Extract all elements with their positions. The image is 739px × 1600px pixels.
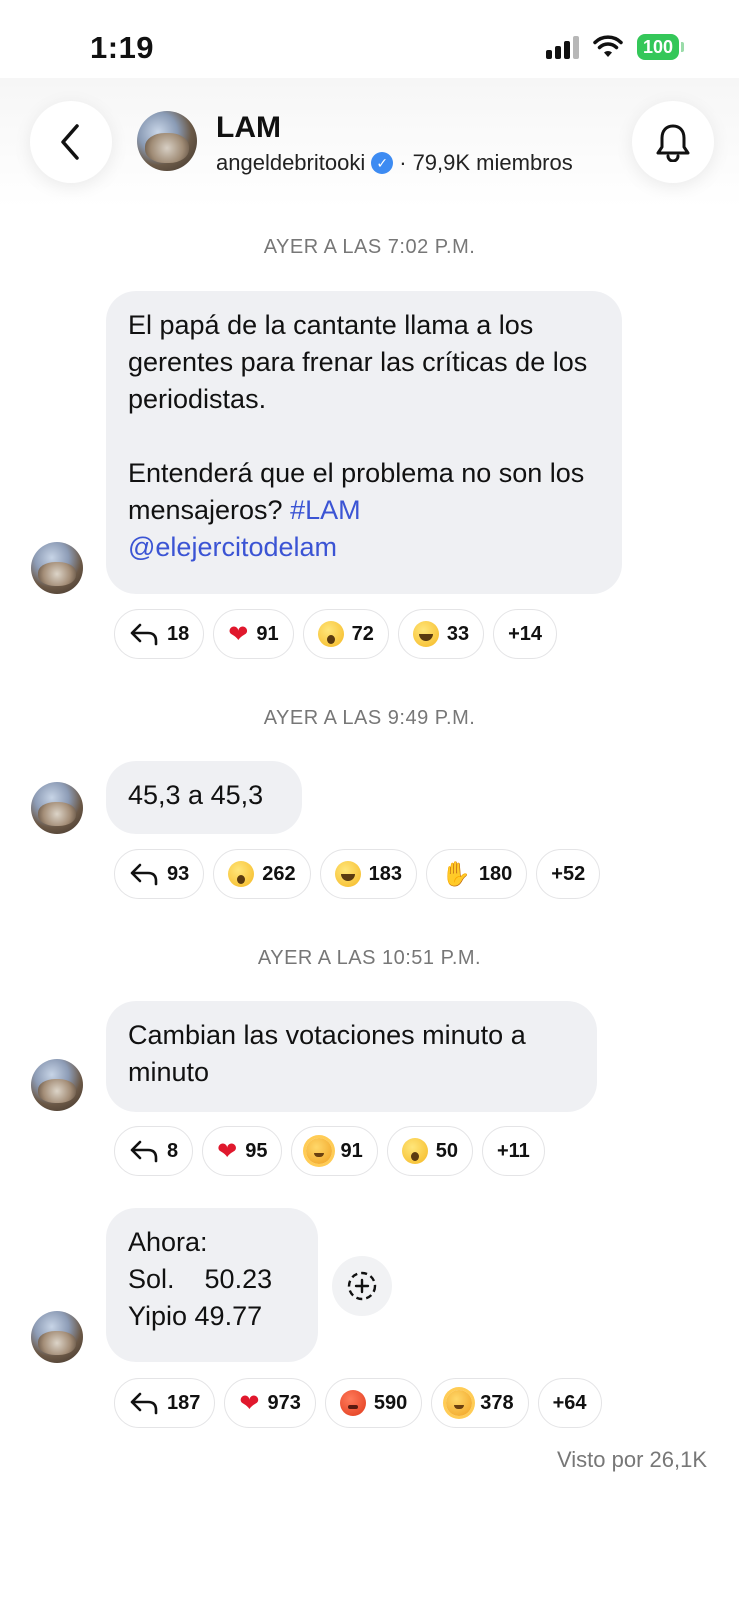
reply-icon xyxy=(130,1392,158,1415)
wifi-icon xyxy=(593,35,623,57)
status-icons: 100 xyxy=(545,34,685,60)
reaction-count: 91 xyxy=(256,622,279,645)
heart-icon: ❤ xyxy=(239,1389,260,1417)
reaction-heart[interactable]: ❤ 95 xyxy=(202,1126,283,1176)
sender-avatar[interactable] xyxy=(31,782,83,834)
mention-link[interactable]: @elejercitodelam xyxy=(128,532,337,562)
reply-button[interactable]: 187 xyxy=(114,1378,216,1428)
message-text: 45,3 a 45,3 xyxy=(128,780,264,810)
reply-button[interactable]: 18 xyxy=(114,609,205,659)
chevron-left-icon xyxy=(61,124,79,160)
message-bubble[interactable]: 45,3 a 45,3 xyxy=(106,761,302,834)
reaction-wow[interactable]: 262 xyxy=(213,849,311,899)
reply-count: 18 xyxy=(167,622,190,645)
reaction-count: 91 xyxy=(340,1139,363,1162)
status-time: 1:19 xyxy=(90,30,155,65)
reply-button[interactable]: 93 xyxy=(114,849,205,899)
reaction-count: 590 xyxy=(373,1391,408,1414)
battery-indicator: 100 xyxy=(636,34,685,60)
bell-icon xyxy=(656,124,690,162)
reaction-wow[interactable]: 50 xyxy=(386,1126,473,1176)
sender-avatar[interactable] xyxy=(31,542,83,594)
sun-face-icon xyxy=(306,1138,333,1164)
channel-subtitle[interactable]: angeldebritooki ✓ · 79,9K miembros xyxy=(216,150,573,176)
reply-icon xyxy=(130,623,158,646)
reaction-bar: 187 ❤ 973 590 378 +64 xyxy=(114,1378,602,1428)
message-text: Ahora: Sol. 50.23 Yipio 49.77 xyxy=(128,1227,273,1331)
reaction-heart[interactable]: ❤ 973 xyxy=(224,1378,316,1428)
hashtag-link[interactable]: #LAM xyxy=(290,495,361,525)
heart-icon: ❤ xyxy=(217,1137,238,1165)
more-count: +14 xyxy=(508,622,543,645)
reaction-count: 262 xyxy=(262,862,296,885)
reaction-laugh[interactable]: 183 xyxy=(319,849,417,899)
pinch-hand-icon: ✋ xyxy=(441,860,471,888)
message-bubble[interactable]: El papá de la cantante llama a los geren… xyxy=(106,291,622,594)
verified-badge-icon: ✓ xyxy=(371,152,394,174)
reaction-pinch[interactable]: ✋ 180 xyxy=(426,849,528,899)
reaction-bar: 8 ❤ 95 91 50 +11 xyxy=(114,1126,545,1176)
reply-count: 93 xyxy=(167,862,190,885)
reaction-laugh[interactable]: 33 xyxy=(397,609,485,659)
reply-icon xyxy=(130,1140,158,1163)
message-text: El papá de la cantante llama a los geren… xyxy=(128,310,588,525)
laugh-face-icon xyxy=(412,621,439,647)
sender-avatar[interactable] xyxy=(31,1059,83,1111)
message-text: Cambian las votaciones minuto a minuto xyxy=(128,1020,526,1087)
more-count: +52 xyxy=(551,862,586,885)
channel-owner: angeldebritooki xyxy=(216,150,366,175)
reaction-bar: 18 ❤ 91 72 33 +14 xyxy=(114,609,558,659)
reaction-heart[interactable]: ❤ 91 xyxy=(213,609,294,659)
reply-count: 8 xyxy=(167,1139,179,1162)
notifications-button[interactable] xyxy=(632,101,714,183)
signal-icon xyxy=(545,35,579,59)
reaction-bar: 93 262 183 ✋ 180 +52 xyxy=(114,849,601,899)
sender-avatar[interactable] xyxy=(31,1311,83,1363)
message-bubble[interactable]: Ahora: Sol. 50.23 Yipio 49.77 xyxy=(106,1208,318,1362)
reaction-count: 50 xyxy=(435,1139,458,1162)
reply-icon xyxy=(130,863,158,886)
message-bubble[interactable]: Cambian las votaciones minuto a minuto xyxy=(106,1001,597,1112)
reaction-sun[interactable]: 378 xyxy=(431,1378,529,1428)
sun-face-icon xyxy=(446,1390,473,1416)
add-reaction-icon xyxy=(347,1271,377,1301)
more-count: +64 xyxy=(552,1391,587,1414)
reaction-count: 72 xyxy=(351,622,374,645)
channel-avatar[interactable] xyxy=(137,111,197,171)
reaction-wow[interactable]: 72 xyxy=(302,609,389,659)
channel-title[interactable]: LAM xyxy=(216,111,281,145)
separator: · xyxy=(399,150,407,175)
wow-face-icon xyxy=(401,1138,428,1164)
add-reaction-button[interactable] xyxy=(332,1256,392,1316)
more-reactions[interactable]: +11 xyxy=(481,1126,545,1176)
message-timestamp: AYER A LAS 10:51 P.M. xyxy=(257,947,482,969)
member-count: 79,9K miembros xyxy=(412,150,573,175)
message-timestamp: AYER A LAS 7:02 P.M. xyxy=(263,236,476,258)
angry-face-icon xyxy=(339,1390,366,1416)
back-button[interactable] xyxy=(30,101,112,183)
heart-icon: ❤ xyxy=(228,620,249,648)
wow-face-icon xyxy=(228,861,255,887)
reaction-count: 180 xyxy=(478,862,513,885)
message-timestamp: AYER A LAS 9:49 P.M. xyxy=(263,707,476,729)
more-count: +11 xyxy=(496,1139,530,1162)
wow-face-icon xyxy=(317,621,344,647)
more-reactions[interactable]: +14 xyxy=(493,609,558,659)
reaction-count: 33 xyxy=(446,622,470,645)
reaction-count: 378 xyxy=(480,1391,514,1414)
laugh-face-icon xyxy=(334,861,361,887)
reply-button[interactable]: 8 xyxy=(114,1126,194,1176)
reaction-count: 973 xyxy=(267,1391,301,1414)
reaction-count: 183 xyxy=(368,862,402,885)
more-reactions[interactable]: +52 xyxy=(536,849,601,899)
seen-by-count[interactable]: Visto por 26,1K xyxy=(557,1447,707,1473)
reply-count: 187 xyxy=(167,1391,201,1414)
reaction-angry[interactable]: 590 xyxy=(324,1378,423,1428)
reaction-sun[interactable]: 91 xyxy=(291,1126,378,1176)
reaction-count: 95 xyxy=(245,1139,268,1162)
more-reactions[interactable]: +64 xyxy=(537,1378,602,1428)
